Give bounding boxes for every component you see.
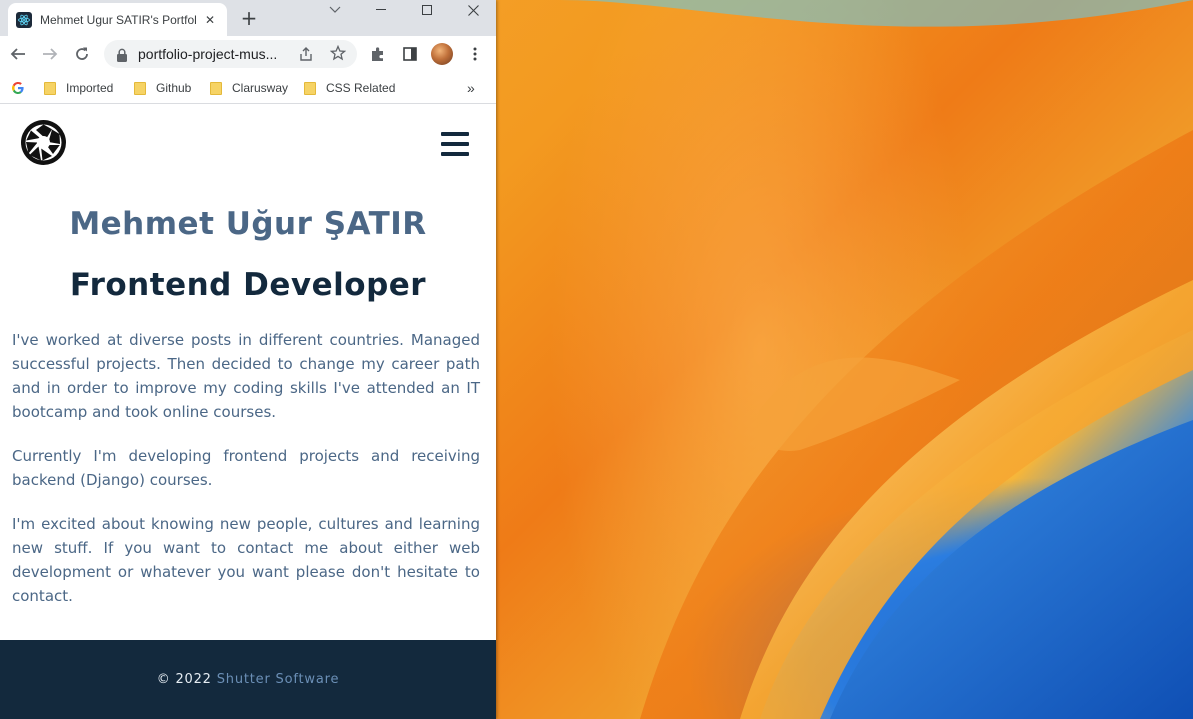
more-vert-icon — [473, 47, 477, 61]
profile-name: Mehmet Uğur ŞATIR — [69, 206, 427, 242]
side-panel-button[interactable] — [396, 40, 424, 68]
bookmark-label: Imported — [66, 81, 114, 95]
tab-strip: Mehmet Ugur SATIR's Portfolio ✕ + — [0, 0, 496, 36]
about-paragraph-2: Currently I'm developing frontend projec… — [12, 447, 480, 489]
profile-role: Frontend Developer — [69, 267, 427, 303]
folder-icon — [210, 81, 222, 95]
puzzle-icon — [372, 47, 383, 61]
bookmarks-overflow-button[interactable]: » — [467, 76, 475, 100]
close-icon — [467, 4, 479, 16]
about-paragraph-3: I'm excited about knowing new people, cu… — [12, 515, 480, 605]
google-bookmark[interactable] — [11, 76, 25, 100]
address-bar[interactable]: portfolio-project-mus... — [104, 40, 357, 68]
bookmark-css-related[interactable]: CSS Related — [304, 76, 395, 100]
profile-avatar[interactable] — [431, 43, 453, 65]
bookmarks-bar: Imported Github Clarusway CSS Related » — [0, 72, 496, 104]
hamburger-bar — [441, 152, 469, 156]
back-button[interactable] — [4, 40, 32, 68]
tab-close-icon[interactable]: ✕ — [202, 13, 218, 27]
shutter-logo-icon[interactable] — [21, 120, 66, 165]
about-paragraph-1: I've worked at diverse posts in differen… — [12, 331, 480, 421]
extensions-button[interactable] — [364, 40, 392, 68]
google-icon — [12, 82, 24, 94]
forward-button[interactable] — [36, 40, 64, 68]
folder-icon — [44, 81, 56, 95]
bookmark-github[interactable]: Github — [134, 76, 191, 100]
star-icon[interactable] — [329, 44, 347, 65]
bookmark-imported[interactable]: Imported — [44, 76, 113, 100]
chevron-down-icon — [329, 6, 341, 13]
close-window-button[interactable] — [450, 0, 496, 20]
lock-icon[interactable] — [116, 47, 128, 66]
hamburger-menu-button[interactable] — [441, 132, 469, 156]
react-favicon-icon — [16, 11, 32, 28]
folder-icon — [304, 81, 316, 95]
footer-company-link[interactable]: Shutter Software — [217, 672, 340, 687]
maximize-button[interactable] — [404, 0, 450, 20]
bookmark-label: CSS Related — [326, 81, 396, 95]
maximize-icon — [422, 5, 432, 15]
minimize-icon — [376, 9, 386, 10]
arrow-left-icon — [10, 48, 25, 60]
bookmark-label: Github — [156, 81, 192, 95]
reload-icon — [76, 47, 88, 60]
browser-window: Mehmet Ugur SATIR's Portfolio ✕ + portfo… — [0, 0, 496, 719]
page-footer: © 2022 Shutter Software — [0, 640, 496, 719]
bookmark-clarusway[interactable]: Clarusway — [210, 76, 288, 100]
arrow-right-icon — [43, 48, 58, 60]
browser-tab[interactable]: Mehmet Ugur SATIR's Portfolio ✕ — [8, 3, 227, 36]
share-icon[interactable] — [298, 46, 314, 66]
new-tab-button[interactable]: + — [238, 7, 260, 29]
tab-search-button[interactable] — [312, 0, 358, 20]
side-panel-icon — [403, 47, 417, 61]
bookmark-label: Clarusway — [232, 81, 289, 95]
menu-button[interactable] — [461, 40, 489, 68]
reload-button[interactable] — [68, 40, 96, 68]
tab-title: Mehmet Ugur SATIR's Portfolio — [40, 12, 196, 27]
footer-copyright: © 2022 — [156, 672, 212, 687]
hamburger-bar — [441, 132, 469, 136]
folder-icon — [134, 81, 146, 95]
minimize-button[interactable] — [358, 0, 404, 20]
portfolio-page: Mehmet Uğur ŞATIR Frontend Developer I'v… — [0, 105, 496, 719]
hamburger-bar — [441, 142, 469, 146]
url-text: portfolio-project-mus... — [138, 46, 278, 62]
